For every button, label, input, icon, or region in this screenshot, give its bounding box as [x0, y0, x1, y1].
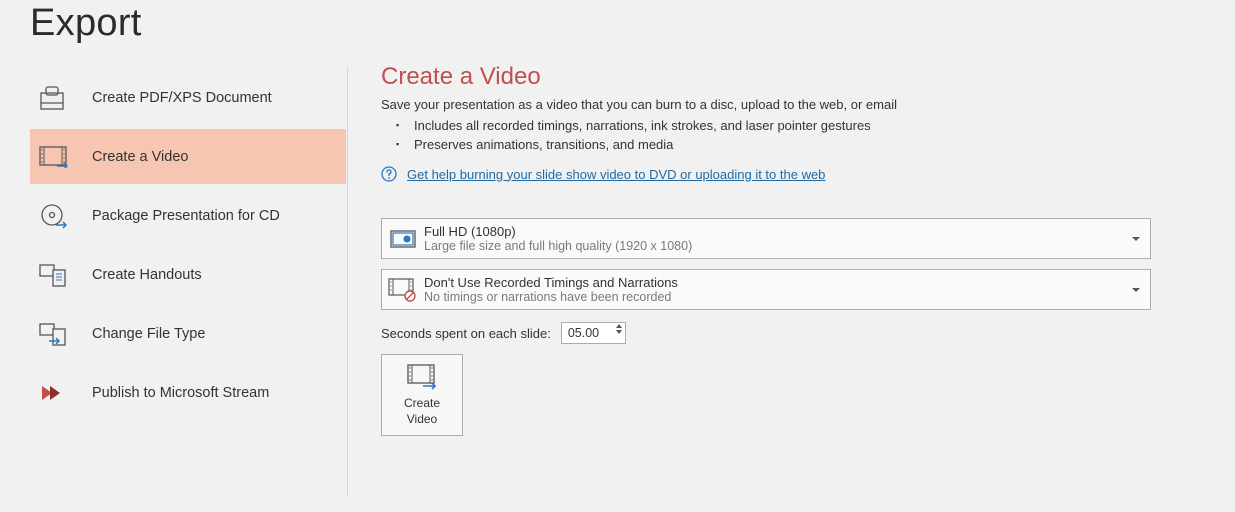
pdf-document-icon: [38, 85, 70, 111]
sidebar-item-package-cd[interactable]: Package Presentation for CD: [30, 188, 346, 243]
bullet-item: Includes all recorded timings, narration…: [396, 116, 1206, 135]
sidebar-item-label: Create PDF/XPS Document: [92, 90, 272, 106]
help-icon: [381, 166, 397, 182]
monitor-icon: [382, 228, 424, 250]
sidebar-item-pdf-xps[interactable]: Create PDF/XPS Document: [30, 70, 346, 125]
create-button-line1: Create: [404, 396, 440, 410]
panel-title: Create a Video: [381, 63, 1206, 91]
seconds-spinner[interactable]: 05.00: [561, 322, 626, 344]
quality-sub: Large file size and full high quality (1…: [424, 239, 692, 253]
cd-icon: [38, 203, 70, 229]
chevron-down-icon: [1132, 288, 1140, 292]
timings-sub: No timings or narrations have been recor…: [424, 290, 678, 304]
sidebar-item-create-video[interactable]: Create a Video: [30, 129, 346, 184]
film-arrow-icon: [405, 364, 439, 390]
quality-title: Full HD (1080p): [424, 224, 692, 239]
handouts-icon: [38, 262, 70, 288]
chevron-down-icon: [1132, 237, 1140, 241]
film-icon: [38, 146, 70, 168]
create-video-button[interactable]: Create Video: [381, 354, 463, 436]
page-title: Export: [0, 0, 1235, 45]
vertical-divider: [347, 67, 348, 497]
seconds-value: 05.00: [568, 326, 599, 340]
sidebar-item-publish-stream[interactable]: Publish to Microsoft Stream: [30, 365, 346, 420]
panel-subtitle: Save your presentation as a video that y…: [381, 97, 1206, 112]
quality-dropdown[interactable]: Full HD (1080p) Large file size and full…: [381, 218, 1151, 259]
sidebar-item-handouts[interactable]: Create Handouts: [30, 247, 346, 302]
sidebar-item-label: Publish to Microsoft Stream: [92, 385, 269, 401]
panel-bullets: Includes all recorded timings, narration…: [396, 116, 1206, 154]
sidebar-item-label: Create a Video: [92, 149, 188, 165]
create-button-line2: Video: [407, 412, 437, 426]
sidebar-item-label: Change File Type: [92, 326, 205, 342]
bullet-item: Preserves animations, transitions, and m…: [396, 135, 1206, 154]
export-sidebar: Create PDF/XPS Document Create a Video: [0, 45, 346, 436]
create-video-panel: Create a Video Save your presentation as…: [346, 45, 1206, 436]
spinner-up-icon[interactable]: [616, 324, 622, 328]
timings-dropdown[interactable]: Don't Use Recorded Timings and Narration…: [381, 269, 1151, 310]
help-link[interactable]: Get help burning your slide show video t…: [407, 167, 825, 182]
timings-title: Don't Use Recorded Timings and Narration…: [424, 275, 678, 290]
spinner-down-icon[interactable]: [616, 330, 622, 334]
sidebar-item-change-file-type[interactable]: Change File Type: [30, 306, 346, 361]
sidebar-item-label: Create Handouts: [92, 267, 202, 283]
seconds-label: Seconds spent on each slide:: [381, 326, 551, 341]
sidebar-item-label: Package Presentation for CD: [92, 208, 280, 224]
change-file-type-icon: [38, 321, 70, 347]
film-no-timings-icon: [382, 278, 424, 302]
stream-icon: [38, 382, 70, 404]
